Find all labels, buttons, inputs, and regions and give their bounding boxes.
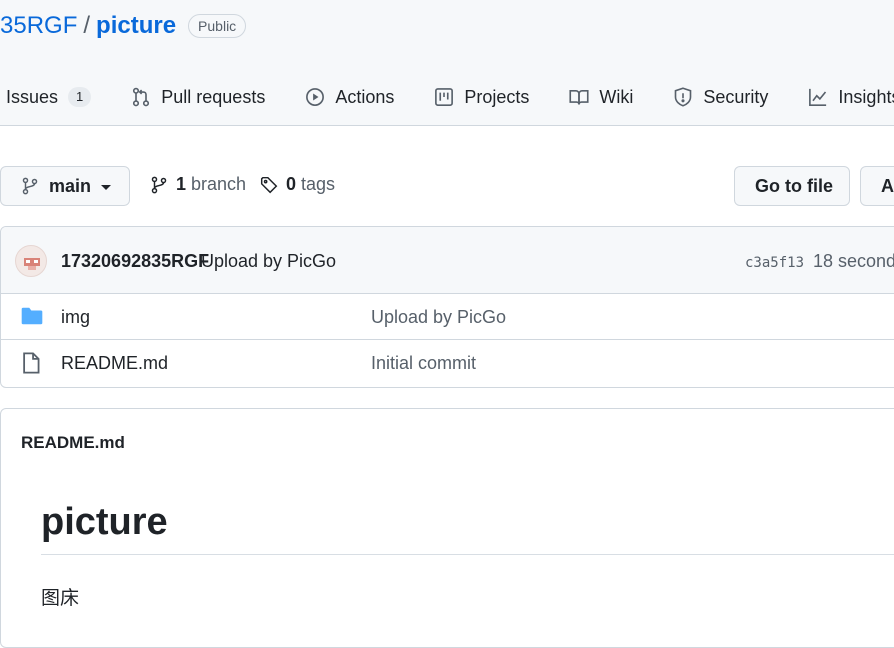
- tab-actions[interactable]: Actions: [305, 87, 394, 108]
- file-icon: [23, 352, 40, 374]
- repo-owner-link[interactable]: 35RGF: [0, 12, 77, 40]
- branch-count: 1: [176, 174, 187, 194]
- latest-commit-bar: 17320692835RGF Upload by PicGo c3a5f13 1…: [1, 227, 894, 294]
- avatar-image: [24, 258, 40, 270]
- tag-count: 0: [286, 174, 297, 194]
- readme-panel: README.md picture 图床: [0, 408, 894, 648]
- graph-icon: [809, 88, 827, 106]
- shield-icon: [675, 87, 692, 107]
- commit-sha-link[interactable]: c3a5f13: [745, 255, 804, 271]
- tab-insights-label: Insights: [838, 86, 894, 107]
- tab-projects[interactable]: Projects: [434, 87, 529, 108]
- tab-projects-label: Projects: [464, 86, 530, 107]
- repo-nav-tabs: Issues 1 Pull requests Actions Projects: [0, 78, 894, 116]
- branches-link[interactable]: 1 branch: [150, 174, 246, 195]
- current-branch-label: main: [49, 175, 92, 196]
- play-circle-icon: [306, 88, 325, 106]
- tab-pull-requests-label: Pull requests: [161, 86, 266, 107]
- chevron-down-icon: [101, 185, 112, 190]
- file-name-link[interactable]: README.md: [61, 353, 168, 374]
- commit-message-link[interactable]: Upload by PicGo: [201, 251, 336, 272]
- file-commit-link[interactable]: Initial commit: [371, 353, 476, 374]
- folder-icon: [21, 307, 43, 325]
- commit-author-link[interactable]: 17320692835RGF: [61, 251, 209, 272]
- file-name-link[interactable]: img: [61, 307, 90, 328]
- tab-pull-requests[interactable]: Pull requests: [131, 87, 265, 108]
- repo-separator: /: [83, 12, 91, 39]
- repo-name-link[interactable]: picture: [96, 12, 176, 40]
- tab-actions-label: Actions: [335, 86, 395, 107]
- file-commit-link[interactable]: Upload by PicGo: [371, 307, 506, 328]
- branch-select-button[interactable]: main: [0, 166, 130, 206]
- tab-security[interactable]: Security: [673, 87, 768, 108]
- avatar[interactable]: [15, 245, 47, 277]
- repo-header: 35RGF / picture Public Issues 1 Pull req…: [0, 0, 894, 126]
- tab-security-label: Security: [703, 86, 769, 107]
- file-browser: 17320692835RGF Upload by PicGo c3a5f13 1…: [0, 226, 894, 388]
- readme-heading: picture: [41, 501, 894, 555]
- tab-wiki-label: Wiki: [599, 86, 634, 107]
- git-branch-icon: [22, 177, 38, 195]
- git-branch-icon: [151, 176, 167, 193]
- visibility-badge: Public: [188, 14, 247, 38]
- tab-issues[interactable]: Issues 1: [6, 86, 92, 108]
- readme-body-text: 图床: [41, 588, 80, 609]
- tab-issues-label: Issues: [6, 86, 59, 107]
- issues-count-badge: 1: [68, 87, 92, 107]
- file-row: img Upload by PicGo: [1, 294, 894, 340]
- add-file-button[interactable]: A: [860, 166, 894, 206]
- tab-insights[interactable]: Insights: [808, 87, 894, 108]
- readme-filename: README.md: [21, 433, 125, 452]
- commit-time: 18 seconds: [813, 251, 894, 271]
- tag-icon: [260, 176, 278, 193]
- tags-link[interactable]: 0 tags: [260, 174, 335, 195]
- pull-request-icon: [133, 87, 150, 107]
- go-to-file-button[interactable]: Go to file: [734, 166, 850, 206]
- repo-title: 35RGF / picture Public: [0, 11, 247, 41]
- tab-wiki[interactable]: Wiki: [569, 87, 633, 108]
- book-icon: [569, 89, 589, 105]
- tag-count-label: tags: [301, 174, 336, 194]
- file-row: README.md Initial commit: [1, 340, 894, 386]
- project-board-icon: [435, 88, 454, 106]
- branch-count-label: branch: [191, 174, 247, 194]
